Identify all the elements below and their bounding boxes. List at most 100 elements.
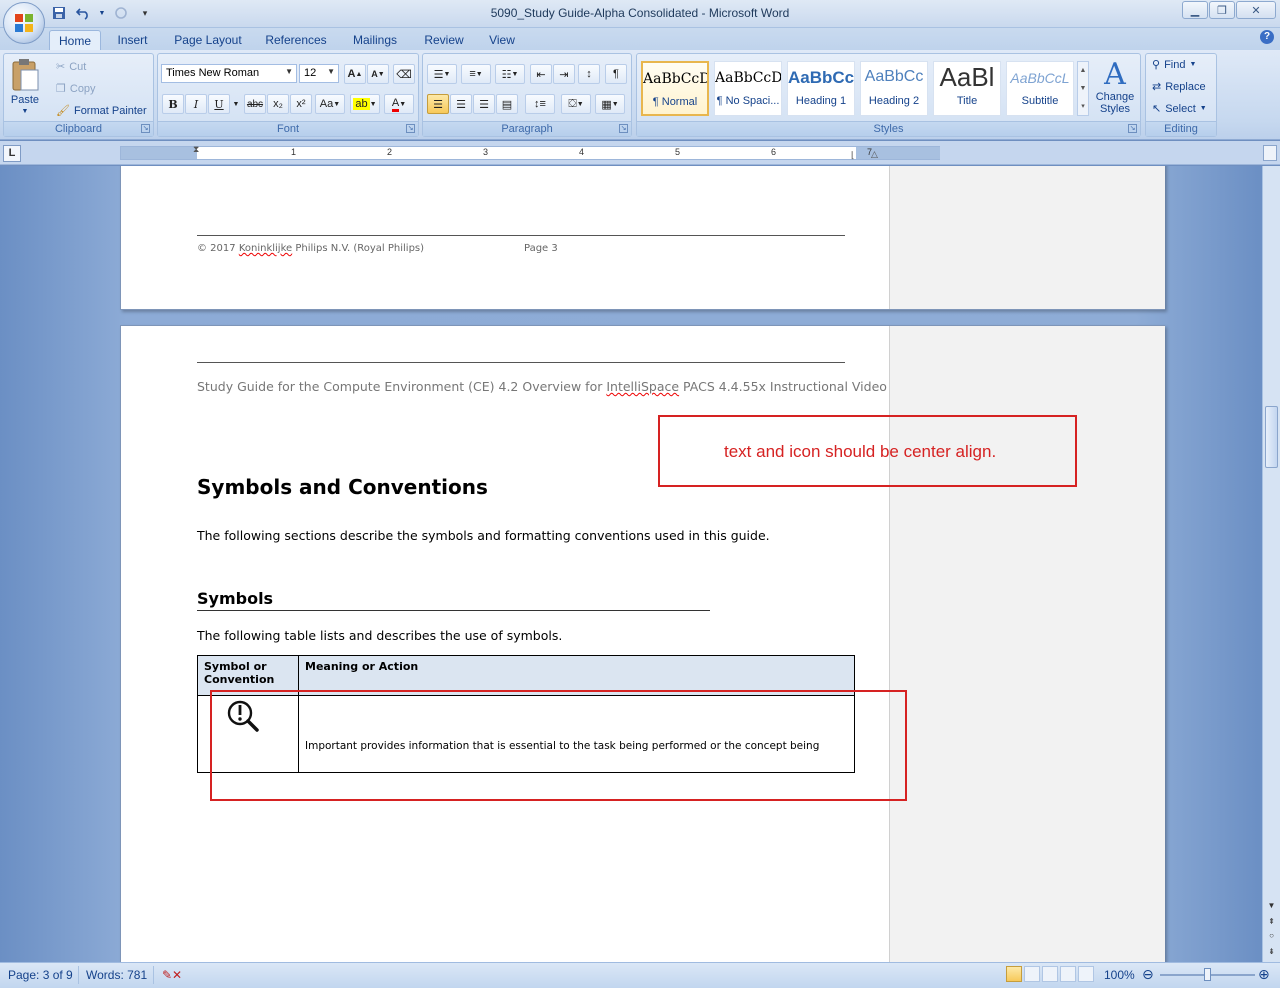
change-case-button[interactable]: Aa ▼: [315, 94, 345, 114]
font-size-select[interactable]: 12 ▼: [299, 64, 339, 83]
change-styles-button[interactable]: A Change Styles: [1093, 59, 1137, 116]
tab-references[interactable]: References: [262, 30, 330, 50]
multilevel-list-button[interactable]: ☷ ▼: [495, 64, 525, 84]
borders-button[interactable]: ▦ ▼: [595, 94, 625, 114]
zoom-out-icon[interactable]: ⊖: [1142, 966, 1154, 983]
style-heading-2[interactable]: AaBbCc Heading 2: [860, 61, 928, 116]
strikethrough-button[interactable]: abc: [244, 94, 266, 114]
sort-button[interactable]: ↕: [578, 64, 600, 84]
increase-indent-button[interactable]: ⇥: [553, 64, 575, 84]
zoom-in-icon[interactable]: ⊕: [1258, 966, 1270, 983]
styles-launcher-icon[interactable]: ↘: [1128, 124, 1137, 133]
bullets-button[interactable]: ☰ ▼: [427, 64, 457, 84]
font-color-button[interactable]: A ▼: [384, 94, 414, 114]
style-name: Title: [956, 95, 978, 107]
office-button[interactable]: [3, 2, 45, 44]
style-subtitle[interactable]: AaBbCcL Subtitle: [1006, 61, 1074, 116]
footer-copyright-text: Philips N.V. (Royal Philips): [292, 243, 425, 254]
draft-view-icon[interactable]: [1078, 966, 1094, 982]
decrease-indent-button[interactable]: ⇤: [530, 64, 552, 84]
ruler-number: 3: [483, 147, 489, 157]
cut-button[interactable]: ✂ Cut: [56, 60, 86, 74]
zoom-level[interactable]: 100%: [1104, 968, 1135, 982]
full-screen-reading-icon[interactable]: [1024, 966, 1040, 982]
show-formatting-button[interactable]: ¶: [605, 64, 627, 84]
font-launcher-icon[interactable]: ↘: [406, 124, 415, 133]
next-page-icon[interactable]: ⇟: [1263, 947, 1280, 956]
paragraph-group-label: Paragraph: [423, 121, 631, 136]
browse-object-icon[interactable]: ○: [1263, 931, 1280, 940]
cursor-icon: ↖: [1152, 103, 1162, 115]
markup-pane: [889, 166, 1165, 309]
style-name: ¶ Normal: [652, 96, 698, 108]
page-count[interactable]: Page: 3 of 9: [8, 968, 73, 982]
font-family-select[interactable]: Times New Roman ▼: [161, 64, 297, 83]
line-spacing-button[interactable]: ↕≡: [525, 94, 555, 114]
numbering-button[interactable]: ≡ ▼: [461, 64, 491, 84]
indent-marker-icon[interactable]: ⧗: [193, 144, 199, 155]
underline-button[interactable]: U: [208, 94, 230, 114]
help-icon[interactable]: ?: [1260, 30, 1274, 44]
replace-icon: ⇄: [1152, 81, 1162, 93]
tab-selector-icon[interactable]: L: [3, 145, 21, 162]
horizontal-ruler[interactable]: 1 2 3 4 5 6 7 ⧗ ⌊ △: [120, 144, 940, 161]
previous-page-icon[interactable]: ⇞: [1263, 917, 1280, 926]
paste-button[interactable]: Paste ▼: [10, 58, 40, 115]
style-normal[interactable]: AaBbCcDc ¶ Normal: [641, 61, 709, 116]
tab-mailings[interactable]: Mailings: [346, 30, 404, 50]
view-ruler-icon[interactable]: [1263, 145, 1277, 161]
ruler-number: 6: [771, 147, 777, 157]
align-left-button[interactable]: ☰: [427, 94, 449, 114]
tab-home[interactable]: Home: [49, 30, 101, 50]
clear-formatting-button[interactable]: ⌫: [393, 64, 415, 84]
styles-gallery-scroll[interactable]: ▲ ▼ ▾: [1077, 61, 1089, 116]
clipboard-launcher-icon[interactable]: ↘: [141, 124, 150, 133]
align-right-button[interactable]: ☰: [473, 94, 495, 114]
find-button[interactable]: ⚲ Find ▼: [1152, 58, 1196, 72]
clipboard-group: Paste ▼ ✂ Cut ❐ Copy 🖌 Format Painter Clipb…: [3, 53, 154, 137]
word-count[interactable]: Words: 781: [86, 968, 147, 982]
scroll-down-arrow-icon[interactable]: ▼: [1263, 901, 1280, 910]
tab-review[interactable]: Review: [420, 30, 468, 50]
shrink-font-button[interactable]: A ▼: [367, 64, 389, 84]
align-center-button[interactable]: ☰: [450, 94, 472, 114]
tab-stop-icon[interactable]: ⌊: [851, 150, 855, 161]
print-layout-view-icon[interactable]: [1006, 966, 1022, 982]
shading-button[interactable]: ⛋ ▼: [561, 94, 591, 114]
web-layout-icon[interactable]: [1042, 966, 1058, 982]
grow-font-button[interactable]: A ▲: [344, 64, 366, 84]
paragraph-launcher-icon[interactable]: ↘: [619, 124, 628, 133]
binoculars-icon: ⚲: [1152, 59, 1161, 71]
justify-button[interactable]: ▤: [496, 94, 518, 114]
replace-button[interactable]: ⇄ Replace: [1152, 80, 1206, 94]
office-logo-icon: [15, 14, 33, 32]
highlight-button[interactable]: ab ▼: [350, 94, 380, 114]
tab-page-layout[interactable]: Page Layout: [168, 30, 248, 50]
styles-group-label: Styles: [637, 121, 1140, 136]
outline-view-icon[interactable]: [1060, 966, 1076, 982]
vertical-scrollbar[interactable]: ▼ ⇞ ○ ⇟: [1262, 166, 1280, 962]
italic-button[interactable]: I: [185, 94, 207, 114]
proofing-icon[interactable]: ✎✕: [162, 968, 182, 982]
style-heading-1[interactable]: AaBbCc Heading 1: [787, 61, 855, 116]
bold-button[interactable]: B: [162, 94, 184, 114]
select-button[interactable]: ↖ Select ▼: [1152, 102, 1207, 116]
copy-button[interactable]: ❐ Copy: [56, 82, 96, 96]
close-icon[interactable]: ✕: [1236, 1, 1276, 19]
subscript-button[interactable]: x₂: [267, 94, 289, 114]
style-no-spacing[interactable]: AaBbCcDc ¶ No Spaci...: [714, 61, 782, 116]
maximize-icon[interactable]: ❐: [1209, 1, 1235, 19]
tab-view[interactable]: View: [484, 30, 520, 50]
page-header-word: IntelliSpace: [606, 379, 680, 394]
zoom-slider-thumb[interactable]: [1204, 968, 1211, 981]
ruler-number: 1: [291, 147, 297, 157]
tab-insert[interactable]: Insert: [110, 30, 155, 50]
right-indent-marker-icon[interactable]: △: [871, 149, 878, 160]
format-painter-button[interactable]: 🖌 Format Painter: [56, 104, 147, 118]
minimize-icon[interactable]: ▁: [1182, 1, 1208, 19]
scrollbar-thumb[interactable]: [1265, 406, 1278, 468]
paragraph-group: ☰ ▼ ≡ ▼ ☷ ▼ ⇤ ⇥ ↕ ¶ ☰ ☰ ☰ ▤ ↕≡ ⛋ ▼ ▦ ▼ Paragr…: [422, 53, 632, 137]
superscript-button[interactable]: x²: [290, 94, 312, 114]
style-title[interactable]: AaBl Title: [933, 61, 1001, 116]
underline-dropdown-icon[interactable]: ▼: [231, 94, 241, 114]
